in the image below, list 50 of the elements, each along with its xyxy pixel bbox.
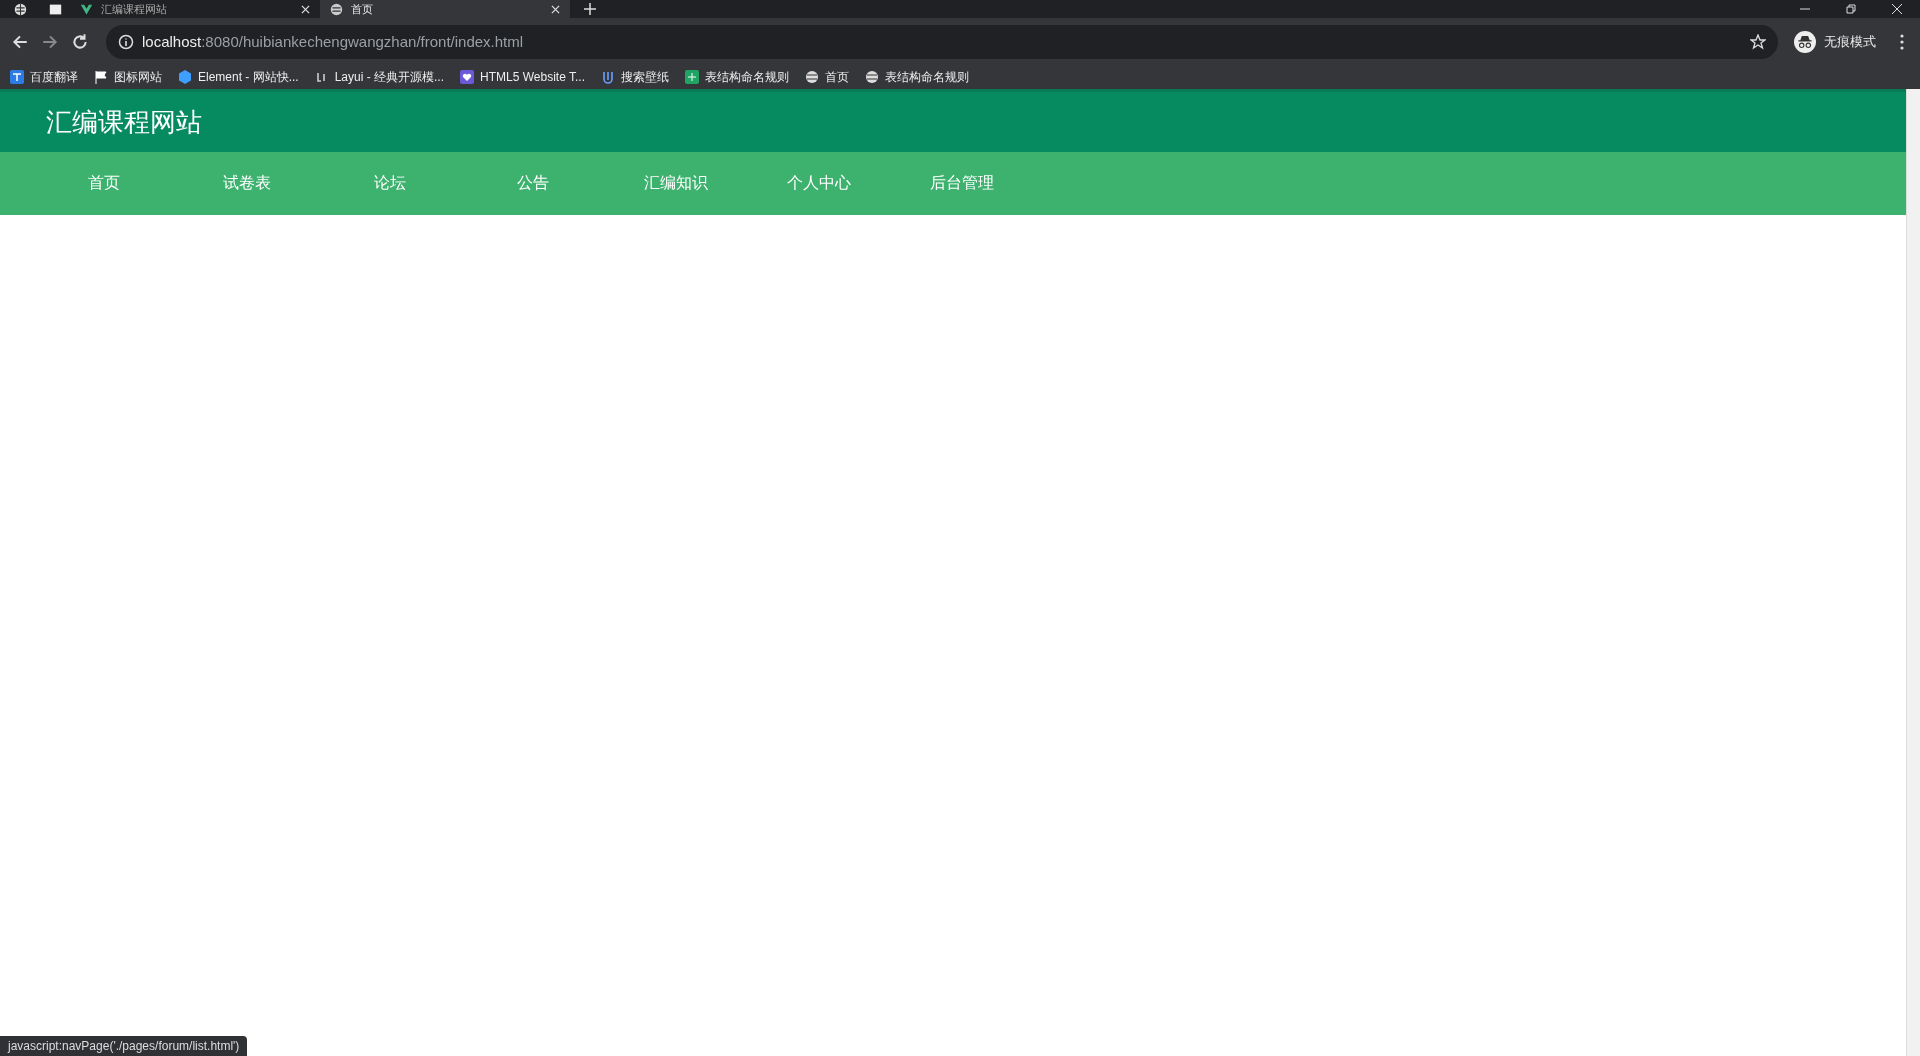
u-icon [601, 70, 615, 84]
new-tab-icon[interactable] [584, 3, 596, 15]
bookmark-label: HTML5 Website T... [480, 70, 585, 84]
incognito-badge[interactable]: 无痕模式 [1784, 30, 1886, 53]
globe-icon [865, 70, 879, 84]
bookmark[interactable]: 表结构命名规则 [685, 68, 789, 86]
address-bar[interactable]: localhost:8080/huibiankechengwangzhan/front/index.html [106, 24, 1778, 59]
close-icon[interactable] [1891, 3, 1903, 15]
window-icon[interactable] [49, 2, 62, 16]
url-text: localhost:8080/huibiankechengwangzhan/front/index.html [142, 33, 524, 50]
bookmark-label: 表结构命名规则 [885, 68, 969, 86]
close-icon[interactable] [301, 4, 310, 14]
globe-icon[interactable] [14, 2, 27, 16]
bookmark-label: 首页 [825, 68, 849, 86]
tab-title: 汇编课程网站 [101, 1, 168, 17]
bookmark-label: Layui - 经典开源模... [334, 68, 445, 86]
incognito-icon [1794, 30, 1816, 53]
translate-icon [10, 70, 24, 84]
hexagon-icon [178, 70, 192, 84]
bookmark[interactable]: Element - 网站快... [178, 68, 299, 86]
bookmark[interactable]: 图标网站 [94, 68, 162, 86]
globe-icon [330, 2, 343, 16]
restore-icon[interactable] [1845, 3, 1857, 15]
bookmark[interactable]: HTML5 Website T... [460, 70, 585, 84]
site-title: 汇编课程网站 [46, 105, 202, 139]
bookmark[interactable]: 百度翻译 [10, 68, 78, 86]
flag-icon [94, 70, 108, 84]
bookmark-label: 搜索壁纸 [621, 68, 669, 86]
status-url: javascript:navPage('./pages/forum/list.html') [0, 1036, 248, 1056]
heart-icon [460, 70, 475, 84]
close-icon[interactable] [551, 4, 560, 14]
globe-icon [805, 70, 819, 84]
bookmark-label: Element - 网站快... [198, 68, 299, 86]
bookmark[interactable]: 首页 [805, 68, 849, 86]
bookmark[interactable]: 搜索壁纸 [601, 68, 669, 86]
browser-tab[interactable]: 首页 [320, 0, 570, 18]
info-icon [118, 33, 134, 50]
v-logo-icon [80, 2, 93, 16]
reload-icon[interactable] [71, 32, 89, 51]
scrollbar[interactable] [1906, 89, 1920, 1056]
star-icon[interactable] [1750, 33, 1766, 50]
menu-icon[interactable] [1900, 33, 1904, 50]
bookmark[interactable]: 表结构命名规则 [865, 68, 969, 86]
sheet-icon [685, 70, 699, 84]
bookmark-label: 表结构命名规则 [705, 68, 789, 86]
bookmark[interactable]: Layui - 经典开源模... [314, 68, 445, 86]
tab-title: 首页 [351, 1, 374, 17]
bookmark-label: 百度翻译 [30, 68, 78, 86]
browser-tab[interactable]: 汇编课程网站 [70, 0, 320, 18]
bookmark-label: 图标网站 [114, 68, 162, 86]
